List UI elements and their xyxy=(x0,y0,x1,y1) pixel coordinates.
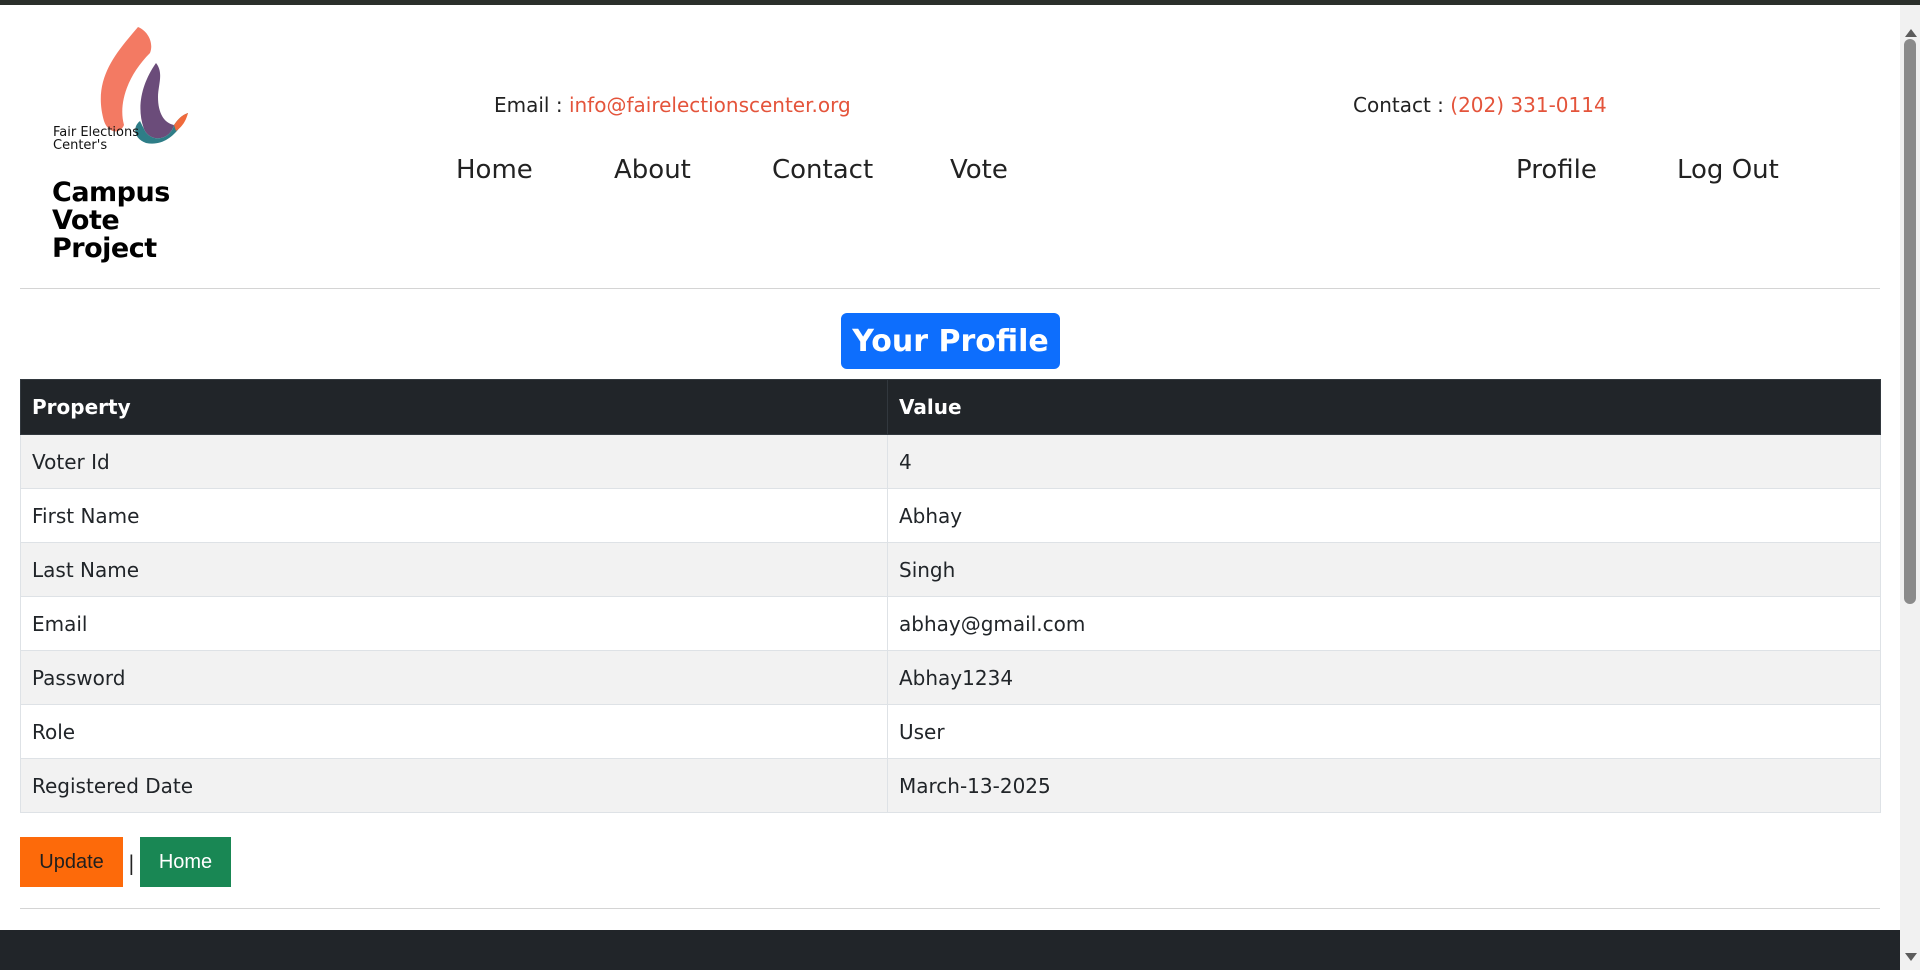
property-cell: Voter Id xyxy=(20,434,888,489)
profile-table: Property Value Voter Id 4 First Name Abh… xyxy=(20,379,1881,813)
column-header-value: Value xyxy=(887,379,1881,435)
value-cell: 4 xyxy=(887,434,1881,489)
contact-label: Contact : xyxy=(1353,93,1444,117)
nav-about[interactable]: About xyxy=(614,155,691,185)
header-contact: Contact : (202) 331-0114 xyxy=(1353,93,1607,117)
logo-brand-text: Campus Vote Project xyxy=(52,179,222,263)
value-cell: Abhay xyxy=(887,488,1881,543)
email-link[interactable]: info@fairelectionscenter.org xyxy=(569,93,851,117)
value-cell: Singh xyxy=(887,542,1881,597)
scroll-down-arrow-icon[interactable] xyxy=(1905,953,1917,961)
value-cell: User xyxy=(887,704,1881,759)
phone-link[interactable]: (202) 331-0114 xyxy=(1450,93,1606,117)
logo-brand-line: Project xyxy=(52,233,157,264)
property-cell: Role xyxy=(20,704,888,759)
property-cell: Registered Date xyxy=(20,758,888,813)
table-row: Password Abhay1234 xyxy=(20,650,1881,705)
value-cell: abhay@gmail.com xyxy=(887,596,1881,651)
nav-contact[interactable]: Contact xyxy=(772,155,873,185)
value-cell: Abhay1234 xyxy=(887,650,1881,705)
logo-org-text: Fair Elections Center's xyxy=(53,125,139,153)
page-scrollbar[interactable] xyxy=(1900,5,1920,970)
nav-profile[interactable]: Profile xyxy=(1516,155,1597,185)
property-cell: Last Name xyxy=(20,542,888,597)
table-header-row: Property Value xyxy=(20,379,1881,435)
email-label: Email : xyxy=(494,93,563,117)
button-separator: | xyxy=(128,851,135,875)
column-header-property: Property xyxy=(20,379,888,435)
scroll-up-arrow-icon[interactable] xyxy=(1905,29,1917,37)
table-row: Registered Date March-13-2025 xyxy=(20,758,1881,813)
nav-vote[interactable]: Vote xyxy=(950,155,1008,185)
logo-brand-line: Vote xyxy=(52,205,120,236)
content-divider xyxy=(20,908,1880,909)
home-button[interactable]: Home xyxy=(140,837,231,887)
nav-logout[interactable]: Log Out xyxy=(1677,155,1779,185)
value-cell: March-13-2025 xyxy=(887,758,1881,813)
campus-vote-project-logo[interactable]: Fair Elections Center's Campus Vote Proj… xyxy=(46,23,196,263)
header-email: Email : info@fairelectionscenter.org xyxy=(494,93,851,117)
property-cell: Email xyxy=(20,596,888,651)
table-row: Voter Id 4 xyxy=(20,434,1881,489)
logo-brand-line: Campus xyxy=(52,177,170,208)
header-divider xyxy=(20,288,1880,289)
page-title: Your Profile xyxy=(841,313,1060,369)
table-row: Email abhay@gmail.com xyxy=(20,596,1881,651)
update-button[interactable]: Update xyxy=(20,837,123,887)
footer xyxy=(0,930,1900,970)
scrollbar-thumb[interactable] xyxy=(1904,39,1916,604)
table-row: Last Name Singh xyxy=(20,542,1881,597)
property-cell: Password xyxy=(20,650,888,705)
table-row: Role User xyxy=(20,704,1881,759)
page: Fair Elections Center's Campus Vote Proj… xyxy=(0,5,1900,930)
property-cell: First Name xyxy=(20,488,888,543)
nav-home[interactable]: Home xyxy=(456,155,533,185)
table-row: First Name Abhay xyxy=(20,488,1881,543)
